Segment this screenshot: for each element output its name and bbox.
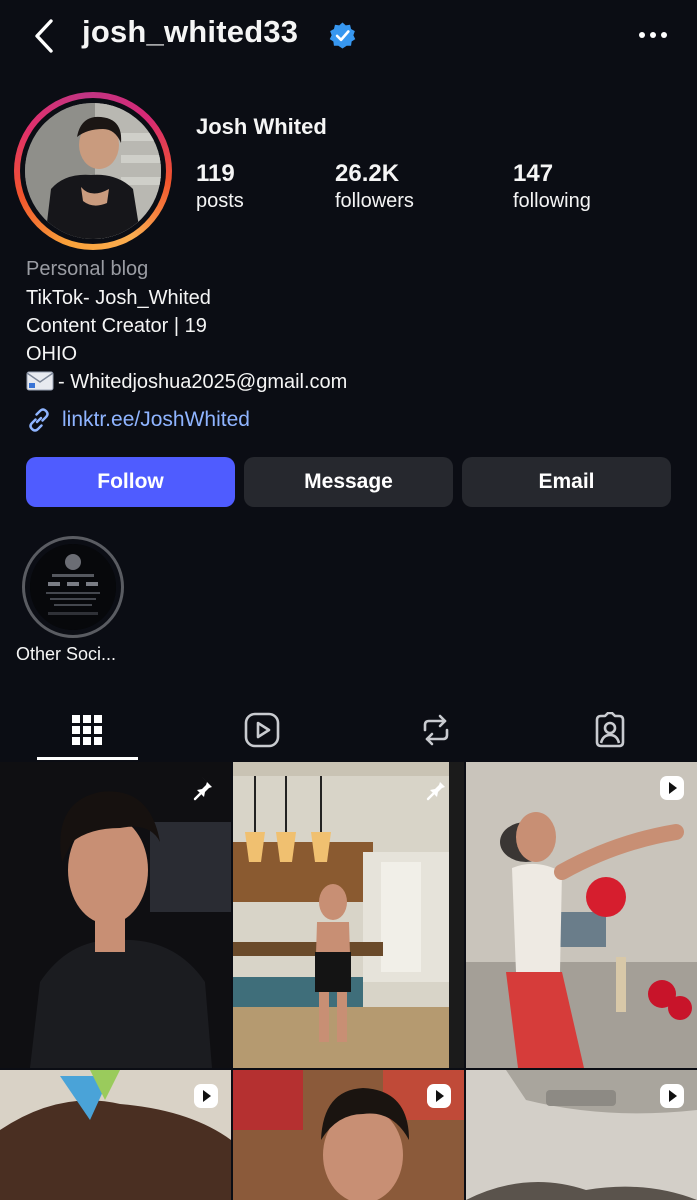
profile-link[interactable]: linktr.ee/JoshWhited bbox=[26, 407, 250, 433]
highlight-label: Other Soci... bbox=[16, 644, 117, 664]
followers-count[interactable]: 26.2K followers bbox=[335, 160, 414, 213]
stat-value: 119 bbox=[196, 160, 235, 187]
more-options-button[interactable] bbox=[630, 20, 676, 50]
profile-username: josh_whited33 bbox=[82, 14, 299, 49]
profile-screen: josh_whited33 Josh Whited 119 posts 26.2… bbox=[0, 0, 697, 1200]
pin-icon bbox=[193, 777, 212, 801]
tagged-person-icon bbox=[595, 712, 625, 748]
profile-category: Personal blog bbox=[26, 258, 149, 280]
post-thumbnail[interactable] bbox=[466, 762, 697, 1068]
reel-video-icon bbox=[660, 776, 684, 800]
stat-label: posts bbox=[196, 190, 244, 212]
post-thumbnail[interactable] bbox=[0, 762, 231, 1068]
stat-value: 26.2K bbox=[335, 160, 400, 187]
stat-label: following bbox=[513, 190, 591, 212]
reel-video-icon bbox=[194, 1084, 218, 1108]
stat-value: 147 bbox=[513, 160, 554, 187]
post-thumbnail[interactable] bbox=[0, 1070, 231, 1200]
verified-badge-icon bbox=[329, 22, 356, 49]
stat-label: followers bbox=[335, 190, 414, 212]
profile-display-name: Josh Whited bbox=[196, 114, 327, 139]
bio-email-line: - Whitedjoshua2025@gmail.com bbox=[26, 371, 347, 394]
pin-icon bbox=[426, 777, 445, 801]
post-image bbox=[233, 762, 464, 1068]
reel-video-icon bbox=[660, 1084, 684, 1108]
grid-icon bbox=[72, 715, 102, 745]
bio-line: Content Creator | 19 bbox=[26, 315, 207, 337]
email-button[interactable]: Email bbox=[462, 457, 671, 507]
post-thumbnail[interactable] bbox=[233, 762, 464, 1068]
following-count[interactable]: 147 following bbox=[513, 160, 591, 213]
avatar-photo bbox=[25, 103, 161, 239]
highlight-cover-image bbox=[30, 544, 116, 630]
tab-reposts[interactable] bbox=[386, 700, 486, 760]
profile-link-text[interactable]: linktr.ee/JoshWhited bbox=[62, 408, 250, 432]
reel-video-icon bbox=[427, 1084, 451, 1108]
reels-play-icon bbox=[244, 712, 280, 748]
message-button[interactable]: Message bbox=[244, 457, 453, 507]
follow-button[interactable]: Follow bbox=[26, 457, 235, 507]
back-button[interactable] bbox=[26, 16, 62, 56]
profile-avatar-story-ring[interactable] bbox=[14, 92, 172, 250]
chevron-left-icon bbox=[35, 19, 53, 53]
post-thumbnail[interactable] bbox=[466, 1070, 697, 1200]
highlight-cover bbox=[30, 544, 116, 630]
top-bar: josh_whited33 bbox=[0, 0, 697, 72]
bio-line: TikTok- Josh_Whited bbox=[26, 287, 211, 309]
post-image bbox=[0, 762, 231, 1068]
avatar bbox=[25, 103, 161, 239]
active-tab-indicator bbox=[37, 757, 138, 760]
repost-icon bbox=[423, 714, 449, 746]
bio-line: OHIO bbox=[26, 343, 78, 365]
link-chain-icon bbox=[29, 408, 49, 432]
tab-tagged[interactable] bbox=[560, 700, 660, 760]
post-image bbox=[466, 762, 697, 1068]
more-dots-icon bbox=[639, 32, 667, 38]
tab-reels[interactable] bbox=[212, 700, 312, 760]
envelope-emoji-icon bbox=[26, 371, 54, 391]
posts-count[interactable]: 119 posts bbox=[196, 160, 244, 213]
post-thumbnail[interactable] bbox=[233, 1070, 464, 1200]
tab-posts-grid[interactable] bbox=[37, 700, 137, 760]
story-highlight[interactable] bbox=[22, 536, 124, 638]
bio-email-text: - Whitedjoshua2025@gmail.com bbox=[58, 371, 348, 393]
